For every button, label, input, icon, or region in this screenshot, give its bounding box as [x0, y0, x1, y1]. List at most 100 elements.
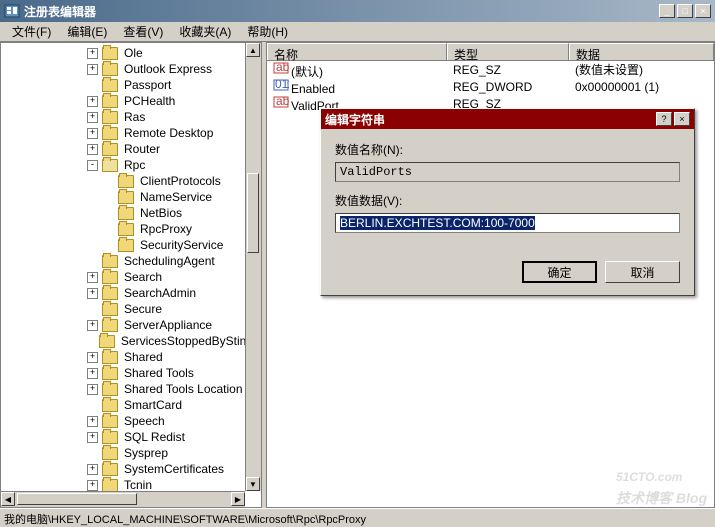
scroll-up-icon[interactable]: ▲ — [246, 43, 260, 57]
tree-label[interactable]: Ole — [122, 46, 145, 60]
tree-label[interactable]: Router — [122, 142, 162, 156]
tree-label[interactable]: Remote Desktop — [122, 126, 215, 140]
expander-icon[interactable]: + — [87, 384, 98, 395]
scroll-thumb[interactable] — [247, 173, 259, 253]
tree-node[interactable]: + PCHealth — [3, 93, 259, 109]
tree-node[interactable]: +SecurityService — [3, 237, 259, 253]
tree-node[interactable]: + Ras — [3, 109, 259, 125]
tree-node[interactable]: + SystemCertificates — [3, 461, 259, 477]
tree-label[interactable]: Secure — [122, 302, 164, 316]
tree-node[interactable]: +NameService — [3, 189, 259, 205]
expander-icon[interactable]: + — [87, 464, 98, 475]
menu-file[interactable]: 文件(F) — [4, 21, 59, 42]
tree-node[interactable]: + Shared — [3, 349, 259, 365]
tree-label[interactable]: ServerAppliance — [122, 318, 214, 332]
tree-label[interactable]: Ras — [122, 110, 147, 124]
tree-node[interactable]: +SmartCard — [3, 397, 259, 413]
tree-scrollbar-h[interactable]: ◀ ▶ — [1, 491, 245, 507]
tree-label[interactable]: Outlook Express — [122, 62, 214, 76]
close-button[interactable]: × — [695, 4, 711, 18]
tree-label[interactable]: Shared Tools — [122, 366, 196, 380]
tree-node[interactable]: +Sysprep — [3, 445, 259, 461]
expander-icon[interactable]: + — [87, 112, 98, 123]
tree-node[interactable]: + Outlook Express — [3, 61, 259, 77]
tree-label[interactable]: RpcProxy — [138, 222, 194, 236]
expander-icon[interactable]: + — [87, 272, 98, 283]
dialog-close-button[interactable]: × — [674, 112, 690, 126]
expander-icon[interactable]: + — [87, 432, 98, 443]
tree-node[interactable]: +ClientProtocols — [3, 173, 259, 189]
scroll-right-icon[interactable]: ▶ — [231, 492, 245, 506]
expander-icon[interactable]: + — [87, 480, 98, 491]
list-row[interactable]: 011EnabledREG_DWORD0x00000001 (1) — [267, 78, 714, 95]
dialog-titlebar[interactable]: 编辑字符串 ? × — [321, 109, 694, 129]
scroll-thumb[interactable] — [17, 493, 137, 505]
menu-view[interactable]: 查看(V) — [115, 21, 171, 42]
tree-label[interactable]: Sysprep — [122, 446, 170, 460]
tree-label[interactable]: Shared Tools Location — [122, 382, 245, 396]
tree-label[interactable]: NetBios — [138, 206, 184, 220]
scroll-left-icon[interactable]: ◀ — [1, 492, 15, 506]
tree-node[interactable]: + Search — [3, 269, 259, 285]
tree-label[interactable]: SchedulingAgent — [122, 254, 217, 268]
scroll-down-icon[interactable]: ▼ — [246, 477, 260, 491]
col-data[interactable]: 数据 — [569, 43, 714, 60]
expander-icon[interactable]: + — [87, 352, 98, 363]
expander-icon[interactable]: + — [87, 288, 98, 299]
tree-node[interactable]: + ServerAppliance — [3, 317, 259, 333]
tree-node[interactable]: +NetBios — [3, 205, 259, 221]
tree-label[interactable]: SmartCard — [122, 398, 184, 412]
tree-node[interactable]: +SchedulingAgent — [3, 253, 259, 269]
col-type[interactable]: 类型 — [447, 43, 569, 60]
tree-pane[interactable]: +Ole+Outlook Express+Passport+PCHealth+R… — [0, 42, 262, 508]
tree-label[interactable]: PCHealth — [122, 94, 177, 108]
tree-scrollbar-v[interactable]: ▲ ▼ — [245, 43, 261, 491]
tree-node[interactable]: +Passport — [3, 77, 259, 93]
tree-node[interactable]: + Router — [3, 141, 259, 157]
tree-node[interactable]: + Ole — [3, 45, 259, 61]
maximize-button[interactable]: □ — [677, 4, 693, 18]
tree-label[interactable]: Tcnin — [122, 478, 154, 492]
tree-node[interactable]: + SearchAdmin — [3, 285, 259, 301]
dialog-help-button[interactable]: ? — [656, 112, 672, 126]
expander-icon[interactable]: + — [87, 416, 98, 427]
tree-node[interactable]: +Secure — [3, 301, 259, 317]
tree-label[interactable]: Shared — [122, 350, 165, 364]
tree-label[interactable]: SQL Redist — [122, 430, 187, 444]
tree-node[interactable]: + Shared Tools — [3, 365, 259, 381]
tree-label[interactable]: Speech — [122, 414, 167, 428]
menu-edit[interactable]: 编辑(E) — [59, 21, 115, 42]
expander-icon[interactable]: - — [87, 160, 98, 171]
tree-label[interactable]: ClientProtocols — [138, 174, 223, 188]
tree-node[interactable]: + Remote Desktop — [3, 125, 259, 141]
minimize-button[interactable]: _ — [659, 4, 675, 18]
tree-node[interactable]: +RpcProxy — [3, 221, 259, 237]
tree-label[interactable]: NameService — [138, 190, 214, 204]
value-name-field[interactable]: ValidPorts — [335, 162, 680, 182]
tree-label[interactable]: SearchAdmin — [122, 286, 198, 300]
menu-fav[interactable]: 收藏夹(A) — [171, 21, 239, 42]
expander-icon[interactable]: + — [87, 96, 98, 107]
value-data-field[interactable]: BERLIN.EXCHTEST.COM:100-7000 — [335, 213, 680, 233]
expander-icon[interactable]: + — [87, 368, 98, 379]
expander-icon[interactable]: + — [87, 144, 98, 155]
tree-label[interactable]: ServicesStoppedByStingr — [119, 334, 259, 348]
expander-icon[interactable]: + — [87, 128, 98, 139]
menu-help[interactable]: 帮助(H) — [239, 21, 296, 42]
tree-label[interactable]: SystemCertificates — [122, 462, 226, 476]
expander-icon[interactable]: + — [87, 48, 98, 59]
cancel-button[interactable]: 取消 — [605, 261, 680, 283]
tree-label[interactable]: Passport — [122, 78, 173, 92]
tree-node[interactable]: + Shared Tools Location — [3, 381, 259, 397]
expander-icon[interactable]: + — [87, 64, 98, 75]
tree-node[interactable]: +ServicesStoppedByStingr — [3, 333, 259, 349]
expander-icon[interactable]: + — [87, 320, 98, 331]
ok-button[interactable]: 确定 — [522, 261, 597, 283]
list-row[interactable]: ab(默认)REG_SZ(数值未设置) — [267, 61, 714, 78]
tree-node[interactable]: + Speech — [3, 413, 259, 429]
tree-label[interactable]: SecurityService — [138, 238, 225, 252]
tree-node[interactable]: - Rpc — [3, 157, 259, 173]
tree-label[interactable]: Rpc — [122, 158, 147, 172]
tree-label[interactable]: Search — [122, 270, 164, 284]
col-name[interactable]: 名称 — [267, 43, 447, 60]
